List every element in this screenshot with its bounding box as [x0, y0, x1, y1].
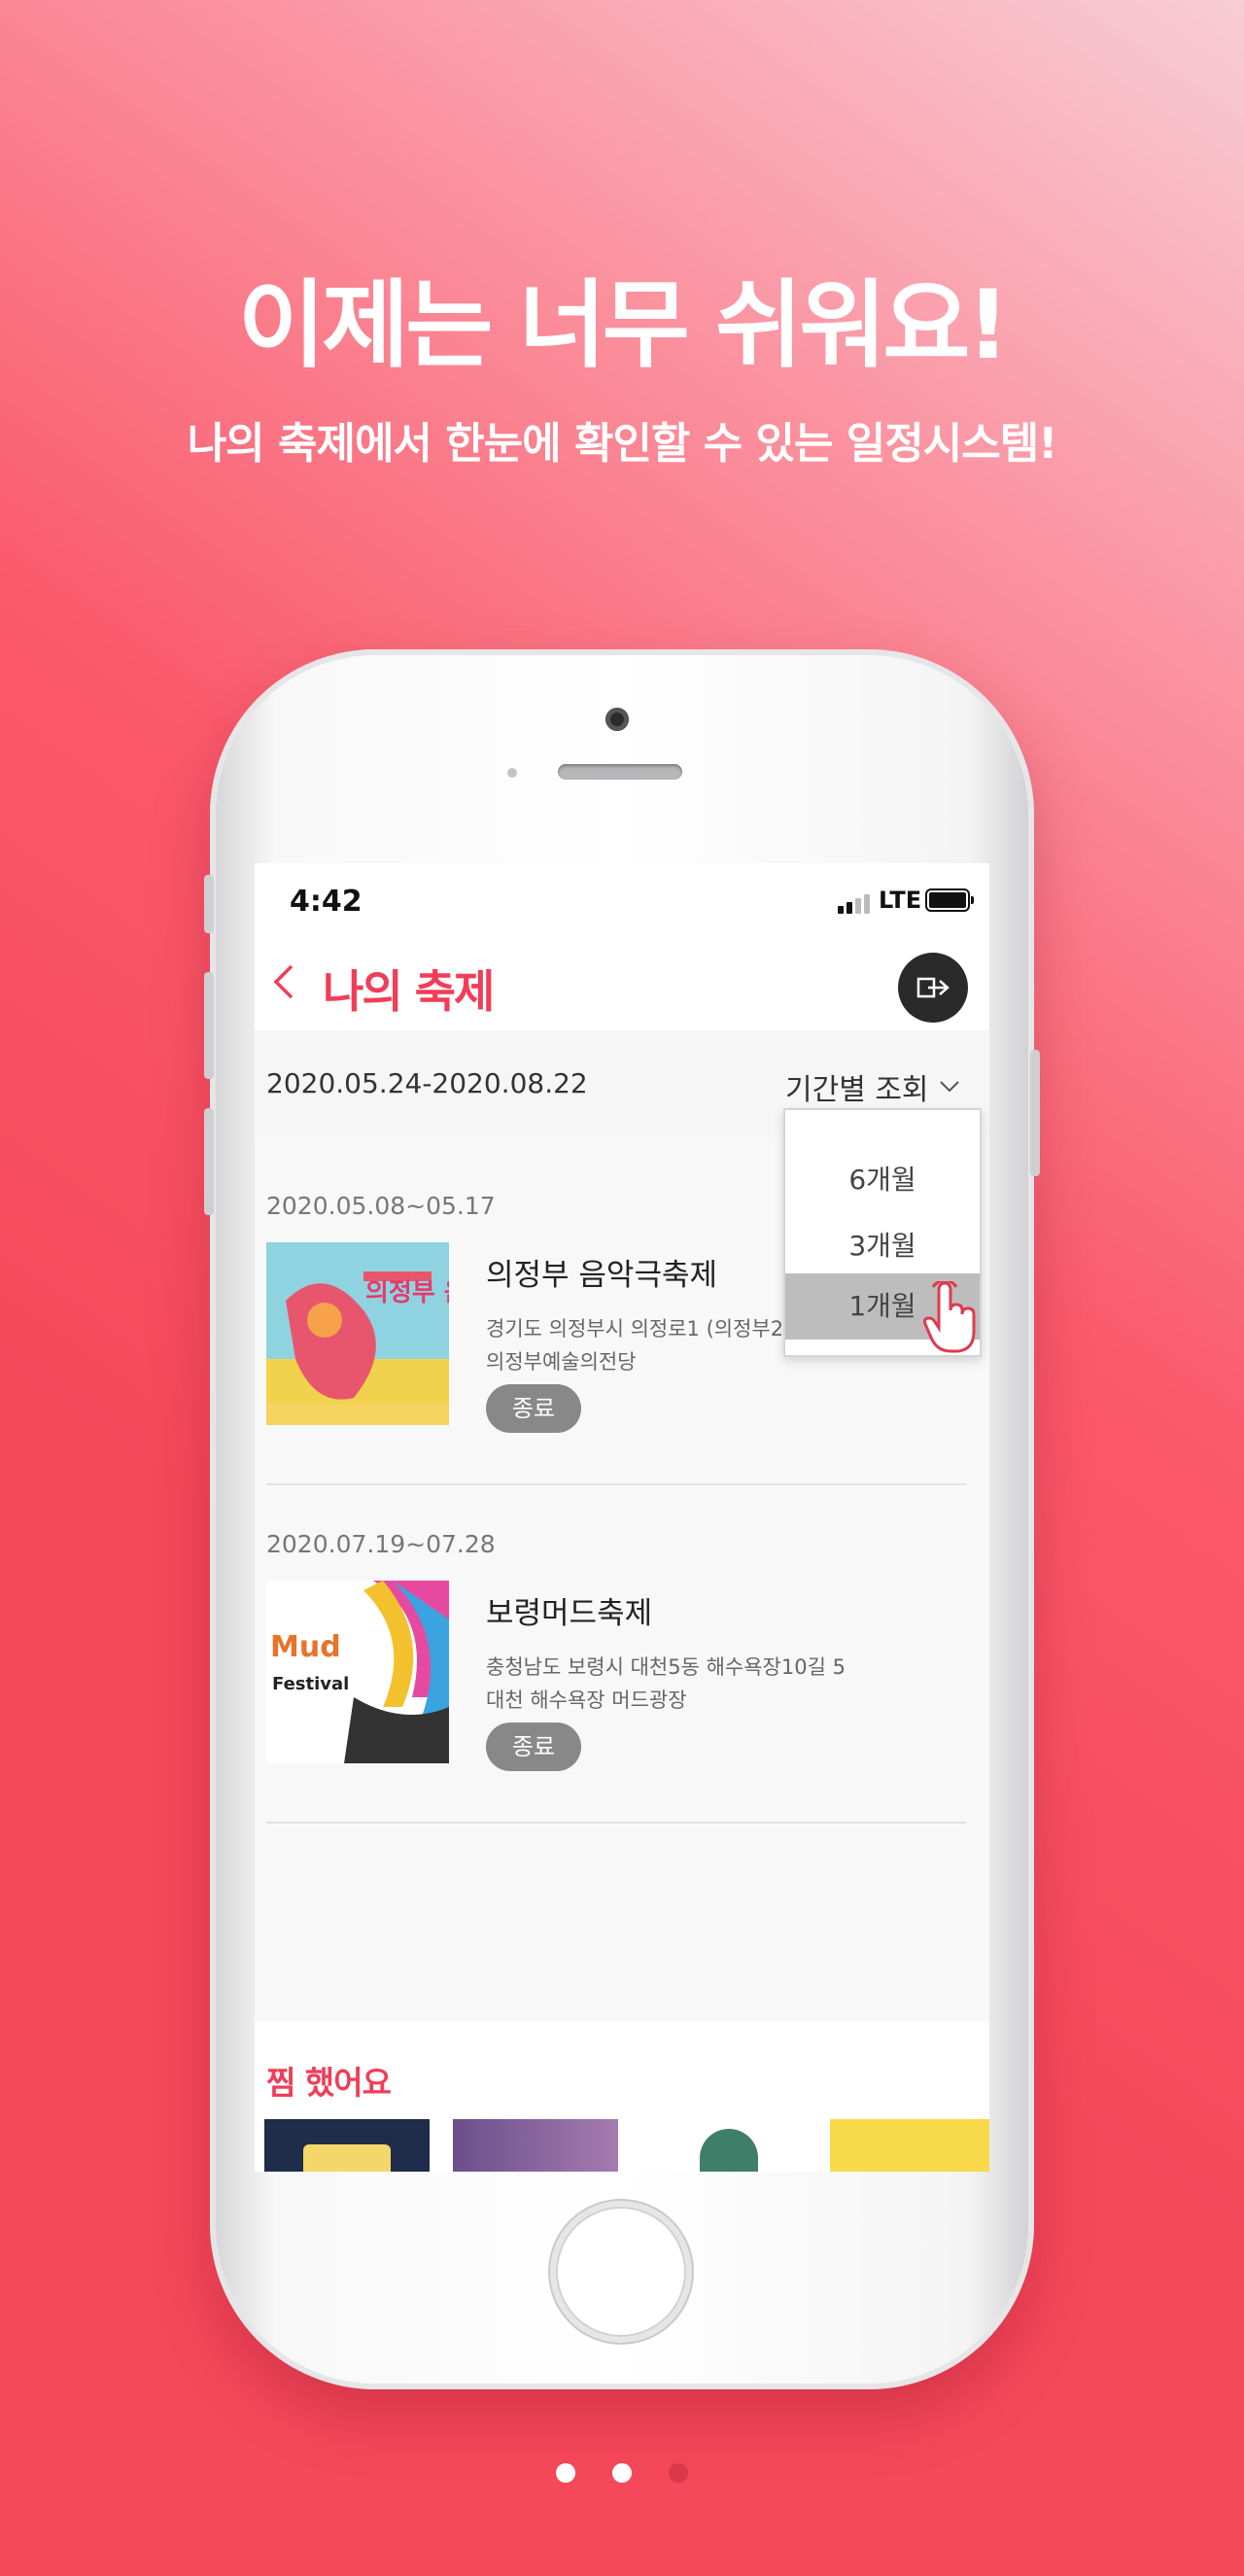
address-line: 대천 해수욕장 머드광장	[486, 1688, 687, 1712]
wishlist-section: 찜 했어요	[255, 2022, 989, 2172]
period-select-label: 기간별 조회	[785, 1073, 929, 1107]
poster-title: 의정부 음악극축제	[365, 1278, 449, 1307]
mute-switch	[204, 875, 214, 933]
page-dot[interactable]	[556, 2463, 575, 2483]
signal-icon	[838, 894, 870, 914]
divider	[266, 1822, 966, 1824]
battery-icon	[925, 888, 974, 912]
wishlist-thumb[interactable]	[264, 2119, 430, 2172]
subheadline: 나의 축제에서 한눈에 확인할 수 있는 일정시스템!	[187, 419, 1058, 469]
address-line: 의정부예술의전당	[486, 1350, 637, 1374]
page-dot-active[interactable]	[612, 2463, 632, 2483]
earpiece-speaker	[558, 764, 682, 780]
wishlist-title: 찜 했어요	[266, 2064, 392, 2102]
status-time: 4:42	[290, 885, 363, 919]
address-line: 경기도 의정부시 의정로1 (의정부2동	[486, 1317, 803, 1340]
wishlist-thumb[interactable]	[453, 2119, 618, 2172]
wishlist-thumb[interactable]	[830, 2119, 989, 2172]
volume-up-button	[204, 972, 214, 1079]
status-badge: 종료	[486, 1384, 581, 1433]
phone-screen: 4:42 LTE 나의 축제 2020.05.24-2020.08.22 기간별…	[255, 863, 989, 2172]
home-button	[550, 2201, 692, 2343]
pointer-hand-icon	[923, 1281, 976, 1353]
headline: 이제는 너무 쉬워요!	[237, 270, 1010, 381]
power-button	[1030, 1050, 1040, 1176]
volume-down-button	[204, 1108, 214, 1215]
page-title: 나의 축제	[323, 965, 495, 1018]
festival-address: 충청남도 보령시 대천5동 해수욕장10길 5 대천 해수욕장 머드광장	[486, 1651, 846, 1717]
period-option-3m[interactable]: 3개월	[785, 1213, 980, 1279]
festival-name: 보령머드축제	[486, 1596, 653, 1631]
chevron-left-icon[interactable]	[264, 960, 307, 1003]
svg-text:Mud: Mud	[270, 1630, 341, 1664]
wishlist-thumb[interactable]	[641, 2119, 807, 2172]
festival-address: 경기도 의정부시 의정로1 (의정부2동 의정부예술의전당	[486, 1312, 802, 1378]
network-label: LTE	[879, 887, 922, 914]
festival-poster: 의정부 음악극축제	[266, 1242, 449, 1425]
proximity-sensor	[507, 768, 517, 778]
status-badge: 종료	[486, 1723, 581, 1771]
page-dot[interactable]	[669, 2463, 688, 2483]
svg-text:Festival: Festival	[272, 1674, 349, 1694]
app-bar: 나의 축제	[255, 933, 989, 1030]
divider	[266, 1483, 966, 1485]
festival-date: 2020.07.19~07.28	[266, 1530, 496, 1558]
period-option-6m[interactable]: 6개월	[785, 1147, 980, 1213]
logout-button[interactable]	[898, 953, 968, 1023]
page-indicator	[0, 2463, 1244, 2483]
status-bar: 4:42 LTE	[255, 863, 989, 933]
date-range: 2020.05.24-2020.08.22	[266, 1067, 588, 1099]
festival-item[interactable]: 2020.07.19~07.28 Mud Festival 보령머드축제 충청남…	[266, 1530, 966, 1802]
period-dropdown: 6개월 3개월 1개월	[783, 1108, 982, 1357]
logout-icon	[916, 977, 950, 998]
festival-poster: Mud Festival	[266, 1581, 449, 1763]
period-select[interactable]: 기간별 조회	[785, 1065, 960, 1108]
festival-name: 의정부 음악극축제	[486, 1258, 718, 1293]
address-line: 충청남도 보령시 대천5동 해수욕장10길 5	[486, 1655, 846, 1679]
chevron-down-icon	[939, 1081, 959, 1093]
front-camera	[605, 708, 629, 731]
